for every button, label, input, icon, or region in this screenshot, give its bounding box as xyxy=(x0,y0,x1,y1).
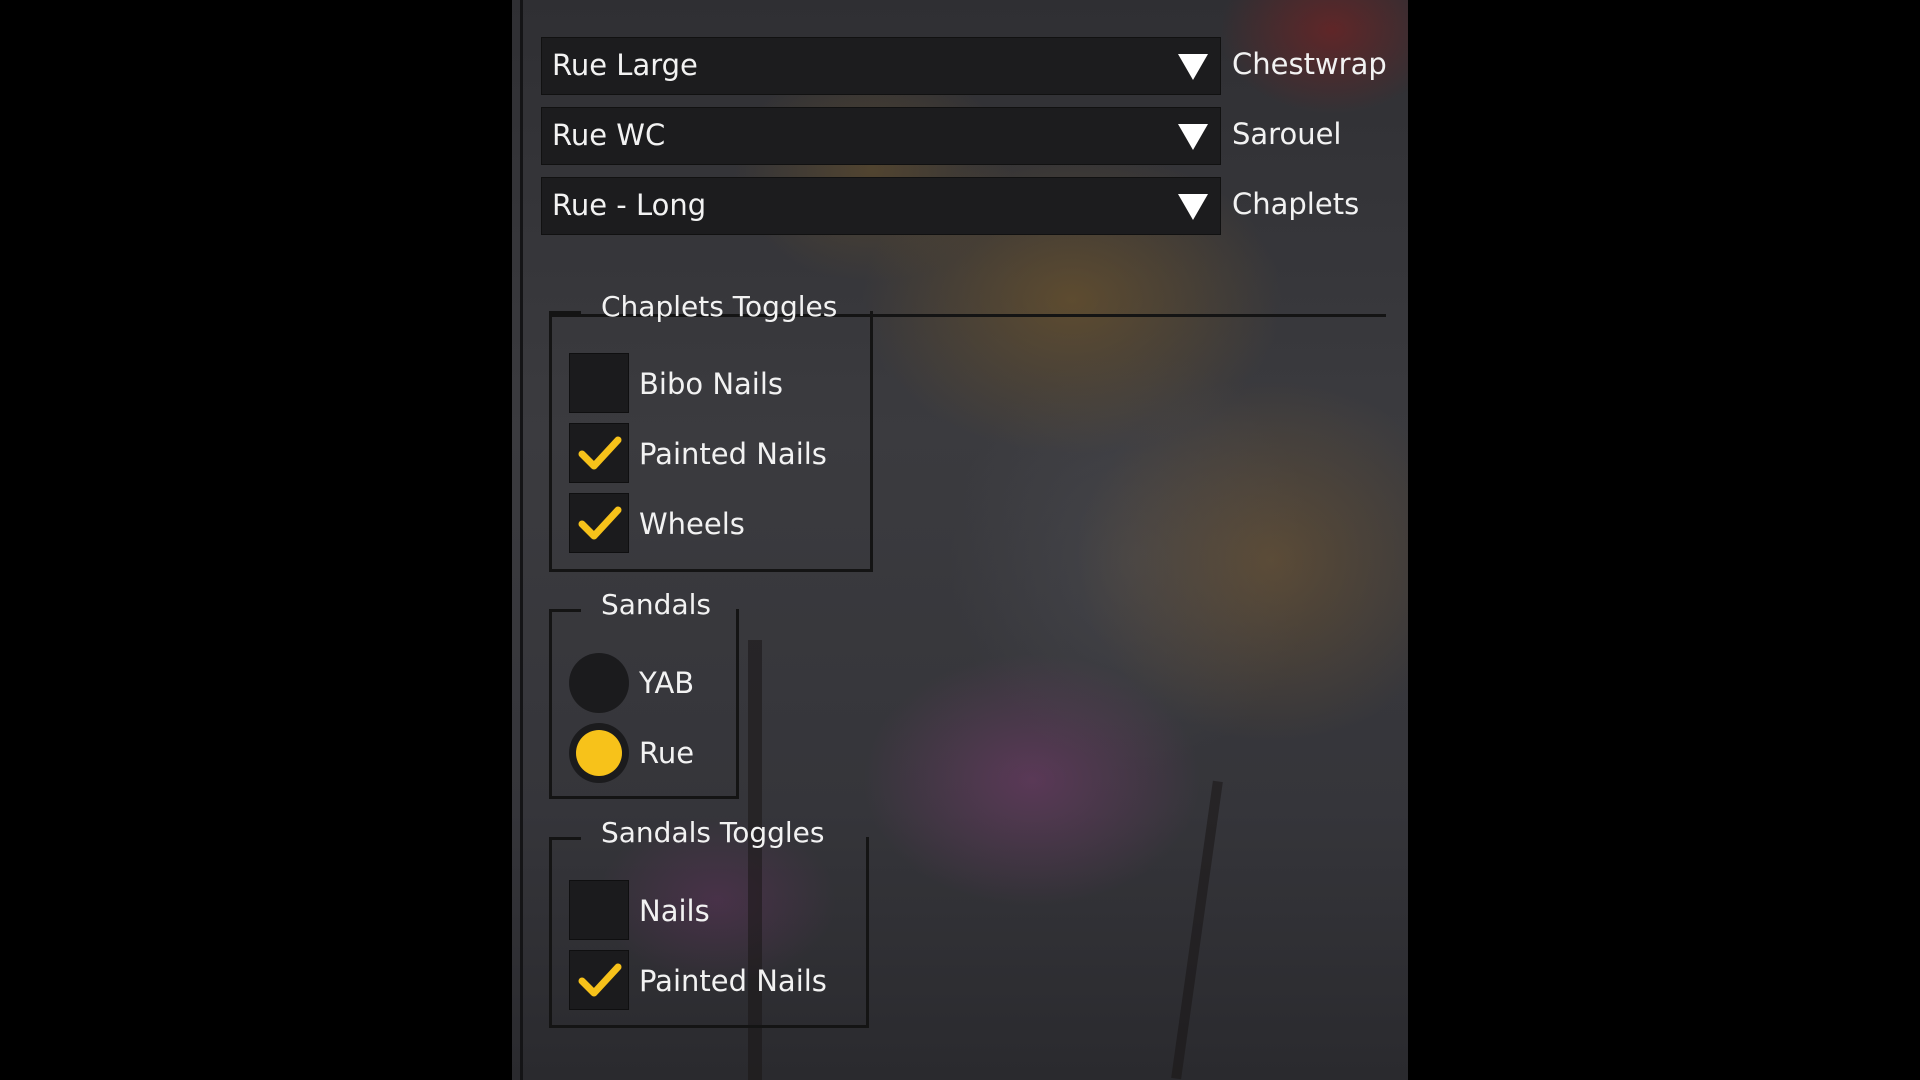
sarouel-dropdown[interactable]: Rue WC xyxy=(541,107,1221,165)
radio-selected-dot xyxy=(576,730,622,776)
check-icon xyxy=(578,436,622,470)
wheels-checkbox[interactable] xyxy=(569,493,629,553)
settings-panel: Rue Large Chestwrap Rue WC Sarouel Rue -… xyxy=(512,0,1408,1080)
chestwrap-dropdown-value: Rue Large xyxy=(552,48,698,82)
chevron-down-icon xyxy=(1178,194,1208,220)
radio-label: Rue xyxy=(639,736,695,770)
chaplets-toggles-title: Chaplets Toggles xyxy=(601,290,838,323)
check-icon xyxy=(578,506,622,540)
checkbox-label: Painted Nails xyxy=(639,437,827,471)
chestwrap-label: Chestwrap xyxy=(1232,47,1387,81)
checkbox-label: Painted Nails xyxy=(639,964,827,998)
sarouel-label: Sarouel xyxy=(1232,117,1342,151)
checkbox-label: Bibo Nails xyxy=(639,367,784,401)
check-icon xyxy=(578,963,622,997)
panel-left-edge xyxy=(520,0,523,1080)
yab-radio[interactable] xyxy=(569,653,629,713)
rue-radio[interactable] xyxy=(569,723,629,783)
radio-label: YAB xyxy=(639,666,695,700)
painted-nails-checkbox[interactable] xyxy=(569,423,629,483)
chevron-down-icon xyxy=(1178,124,1208,150)
sandals-toggles-title: Sandals Toggles xyxy=(601,816,825,849)
checkbox-label: Nails xyxy=(639,894,710,928)
sandals-painted-nails-checkbox[interactable] xyxy=(569,950,629,1010)
nails-checkbox[interactable] xyxy=(569,880,629,940)
bibo-nails-checkbox[interactable] xyxy=(569,353,629,413)
chaplets-dropdown[interactable]: Rue - Long xyxy=(541,177,1221,235)
background-tree-trunk xyxy=(1171,780,1223,1080)
chestwrap-dropdown[interactable]: Rue Large xyxy=(541,37,1221,95)
checkbox-label: Wheels xyxy=(639,507,745,541)
chaplets-dropdown-value: Rue - Long xyxy=(552,188,707,222)
sandals-title: Sandals xyxy=(601,588,711,621)
chevron-down-icon xyxy=(1178,54,1208,80)
sarouel-dropdown-value: Rue WC xyxy=(552,118,666,152)
chaplets-label: Chaplets xyxy=(1232,187,1360,221)
